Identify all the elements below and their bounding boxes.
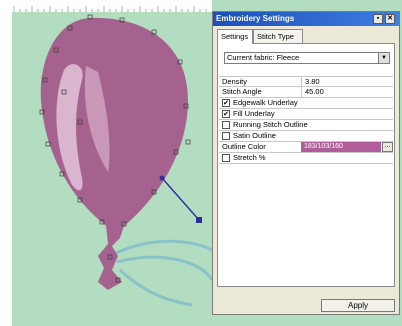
edgewalk-underlay-label: Edgewalk Underlay — [233, 98, 298, 107]
outline-color-label: Outline Color — [222, 142, 266, 151]
satin-outline-checkbox[interactable] — [222, 132, 230, 140]
stretch-label: Stretch % — [233, 153, 266, 162]
running-stitch-outline-checkbox[interactable] — [222, 121, 230, 129]
stretch-checkbox[interactable] — [222, 154, 230, 162]
outline-color-row: Outline Color 183/103/160 ... — [219, 142, 393, 153]
settings-content: Current fabric: Fleece ▼ Density 3.80 St… — [217, 43, 395, 287]
close-icon[interactable]: ✕ — [385, 14, 395, 24]
fill-underlay-checkbox[interactable]: ✔ — [222, 110, 230, 118]
fabric-dropdown[interactable]: Current fabric: Fleece ▼ — [224, 52, 390, 64]
running-stitch-outline-row[interactable]: Running Stitch Outline — [219, 120, 393, 131]
stitch-angle-handle[interactable] — [196, 217, 202, 223]
panel-titlebar[interactable]: Embroidery Settings ▪ ✕ — [213, 12, 399, 26]
stitch-angle-field[interactable]: 45.00 — [301, 87, 393, 97]
embroidery-settings-panel: Embroidery Settings ▪ ✕ Settings Stitch … — [212, 11, 400, 315]
stitch-angle-label: Stitch Angle — [222, 87, 262, 96]
fill-underlay-label: Fill Underlay — [233, 109, 275, 118]
angle-handle-start[interactable] — [159, 175, 165, 181]
stretch-row[interactable]: Stretch % — [219, 153, 393, 164]
running-stitch-outline-label: Running Stitch Outline — [233, 120, 308, 129]
density-label: Density — [222, 77, 248, 86]
stitch-angle-row: Stitch Angle 45.00 — [219, 87, 393, 98]
fill-underlay-row[interactable]: ✔ Fill Underlay — [219, 109, 393, 120]
outline-color-swatch[interactable]: 183/103/160 — [301, 142, 381, 152]
satin-outline-row[interactable]: Satin Outline — [219, 131, 393, 142]
apply-button[interactable]: Apply — [321, 299, 395, 312]
density-field[interactable]: 3.80 — [301, 77, 393, 87]
pin-icon[interactable]: ▪ — [373, 14, 383, 24]
panel-title: Embroidery Settings — [216, 14, 295, 23]
tab-stitch-type[interactable]: Stitch Type — [253, 29, 303, 43]
edgewalk-underlay-row[interactable]: ✔ Edgewalk Underlay — [219, 98, 393, 109]
tab-settings[interactable]: Settings — [217, 29, 253, 44]
outline-color-button[interactable]: ... — [382, 142, 393, 152]
density-row: Density 3.80 — [219, 76, 393, 87]
chevron-down-icon[interactable]: ▼ — [378, 53, 389, 63]
edgewalk-underlay-checkbox[interactable]: ✔ — [222, 99, 230, 107]
fabric-value: Current fabric: Fleece — [227, 53, 300, 62]
satin-outline-label: Satin Outline — [233, 131, 276, 140]
